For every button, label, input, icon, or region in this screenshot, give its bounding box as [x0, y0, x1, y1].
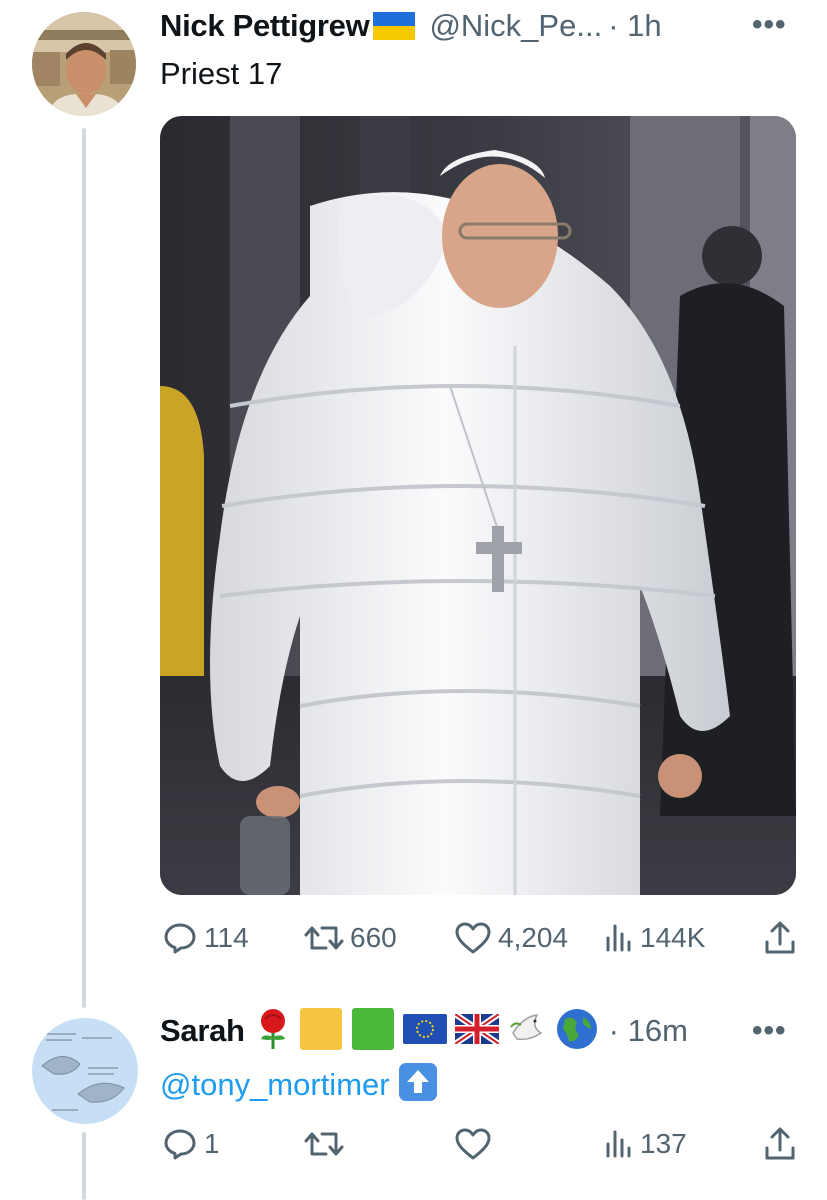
mention-link[interactable]: @tony_mortimer	[160, 1067, 390, 1103]
share-icon	[765, 921, 795, 954]
more-options-button[interactable]: •••	[752, 1014, 787, 1048]
retweet-icon	[304, 1132, 344, 1156]
like-icon	[455, 1128, 491, 1160]
display-name[interactable]: Nick Pettigrew	[160, 8, 370, 44]
globe-icon	[555, 1007, 599, 1056]
reply-button[interactable]: 1	[162, 1126, 220, 1162]
retweet-icon	[304, 926, 344, 950]
avatar[interactable]	[32, 12, 136, 116]
ukraine-flag-icon	[373, 12, 416, 40]
like-count: 4,204	[498, 922, 569, 953]
share-button[interactable]	[764, 920, 796, 956]
more-options-button[interactable]: •••	[752, 8, 787, 42]
dove-icon	[507, 1007, 547, 1056]
yellow-square-icon	[299, 1007, 343, 1056]
reply-button[interactable]: 114	[162, 920, 249, 956]
like-button[interactable]	[454, 1126, 498, 1162]
views-icon	[606, 1130, 631, 1158]
views-icon	[606, 924, 631, 952]
thread-line-top	[82, 128, 86, 1008]
share-icon	[765, 1127, 795, 1160]
tweet-text: Priest 17	[160, 56, 283, 91]
green-square-icon	[351, 1007, 395, 1056]
thread-line-bottom	[82, 1132, 86, 1200]
up-arrow-icon	[398, 1062, 438, 1107]
timestamp[interactable]: · 16m	[609, 1013, 688, 1049]
reply-count: 1	[204, 1128, 220, 1159]
tweet-header: Sarah · 16m	[160, 1007, 688, 1056]
tweet-image[interactable]	[160, 116, 796, 895]
uk-flag-icon	[452, 1011, 501, 1049]
pope-puffer-coat-photo	[160, 116, 796, 895]
avatar[interactable]	[32, 1018, 138, 1124]
share-button[interactable]	[764, 1126, 796, 1162]
views-button[interactable]: 137	[604, 1126, 687, 1162]
timestamp[interactable]: · 1h	[608, 8, 661, 44]
like-button[interactable]: 4,204	[454, 920, 568, 956]
tweet-text: @tony_mortimer	[160, 1062, 438, 1107]
tweet-header: Nick Pettigrew @Nick_Pe... · 1h	[160, 6, 662, 46]
handle[interactable]: @Nick_Pe...	[429, 8, 602, 44]
views-count: 137	[640, 1128, 687, 1159]
like-icon	[455, 922, 491, 954]
views-button[interactable]: 144K	[604, 920, 705, 956]
avatar-photo	[32, 12, 136, 116]
display-name[interactable]: Sarah	[160, 1013, 245, 1049]
reply-count: 114	[204, 922, 249, 953]
reply-icon	[164, 1129, 196, 1160]
avatar-whales-illustration	[32, 1018, 138, 1124]
eu-flag-icon	[402, 1013, 447, 1049]
retweet-button[interactable]: 660	[304, 920, 397, 956]
retweet-button[interactable]	[304, 1126, 350, 1162]
views-count: 144K	[640, 922, 706, 953]
retweet-count: 660	[350, 922, 397, 953]
rose-icon	[255, 1007, 291, 1056]
reply-icon	[164, 923, 196, 954]
